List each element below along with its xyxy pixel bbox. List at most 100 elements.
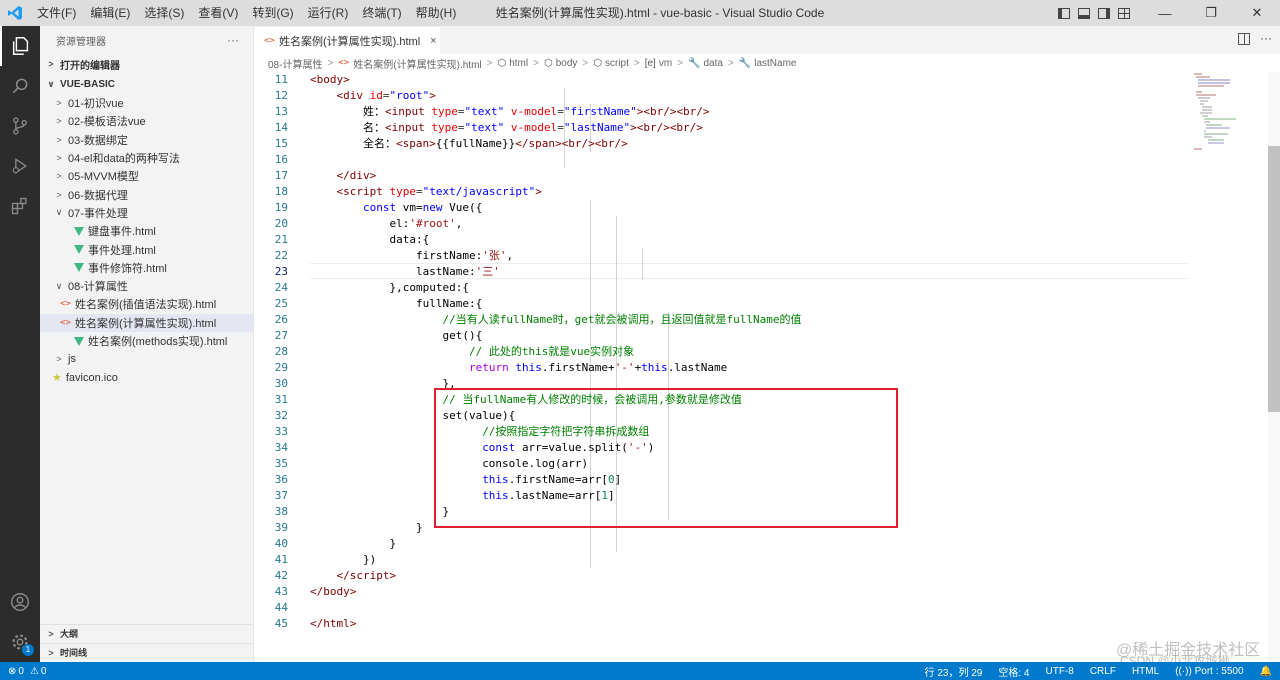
close-window-button[interactable]: ✕	[1234, 0, 1280, 26]
vue-file-icon	[74, 263, 84, 273]
account-icon[interactable]	[0, 582, 40, 622]
editor-tab[interactable]: <> 姓名案例(计算属性实现).html ×	[254, 26, 440, 54]
cursor-position[interactable]: 行 23，列 29	[917, 664, 991, 679]
breadcrumb-item[interactable]: html	[509, 58, 528, 69]
toggle-secondary-sidebar-icon[interactable]	[1098, 7, 1110, 19]
code-editor[interactable]: 11 <body> 12 <div id="root"> 13 姓：<input …	[254, 72, 1280, 662]
error-icon[interactable]: ⊗	[8, 666, 16, 677]
vue-file-icon	[74, 245, 84, 255]
search-icon[interactable]	[0, 66, 40, 106]
file-label: 事件处理.html	[88, 244, 156, 257]
encoding[interactable]: UTF-8	[1037, 666, 1081, 677]
file-item[interactable]: 姓名案例(methods实现).html	[40, 332, 253, 350]
file-item[interactable]: 事件处理.html	[40, 240, 253, 258]
menu-terminal[interactable]: 终端(T)	[355, 0, 408, 26]
annotation-box	[434, 388, 898, 528]
more-actions-icon[interactable]: ···	[1260, 31, 1272, 45]
folder-item[interactable]: ∨ 08-计算属性	[40, 277, 253, 295]
customize-layout-icon[interactable]	[1118, 7, 1130, 19]
vscode-logo-icon	[0, 0, 30, 26]
split-editor-icon[interactable]	[1238, 33, 1250, 45]
chevron-right-icon: >	[48, 59, 54, 69]
minimize-button[interactable]: —	[1142, 0, 1188, 26]
element-icon: ⬡	[497, 57, 507, 69]
folder-item[interactable]: >04-el和data的两种写法	[40, 149, 253, 167]
folder-item[interactable]: >06-数据代理	[40, 185, 253, 203]
warning-count[interactable]: 0	[41, 666, 47, 677]
file-label: 姓名案例(插值语法实现).html	[75, 299, 217, 312]
live-server-port[interactable]: ((·)) Port : 5500	[1167, 666, 1251, 677]
warning-icon[interactable]: ⚠	[30, 666, 39, 677]
extensions-icon[interactable]	[0, 186, 40, 226]
language-mode[interactable]: HTML	[1124, 666, 1167, 677]
breadcrumb-item[interactable]: lastName	[754, 58, 796, 69]
run-debug-icon[interactable]	[0, 146, 40, 186]
file-item[interactable]: 事件修饰符.html	[40, 259, 253, 277]
chevron-right-icon: >	[48, 628, 54, 639]
menu-file[interactable]: 文件(F)	[30, 0, 83, 26]
file-label: 姓名案例(methods实现).html	[88, 336, 228, 348]
manage-gear-icon[interactable]: 1	[0, 622, 40, 662]
file-item-active[interactable]: <> 姓名案例(计算属性实现).html	[40, 313, 253, 332]
timeline-label: 时间线	[60, 648, 88, 658]
breadcrumb-item[interactable]: 姓名案例(计算属性实现).html	[353, 56, 481, 71]
error-count[interactable]: 0	[18, 666, 24, 677]
breadcrumb-item[interactable]: body	[556, 58, 578, 69]
timeline-section[interactable]: > 时间线	[40, 643, 254, 661]
favicon-file-icon: ★	[52, 372, 62, 385]
html-file-icon: <>	[60, 317, 71, 328]
folder-item[interactable]: >03-数据绑定	[40, 131, 253, 149]
project-label: VUE-BASIC	[60, 78, 116, 90]
chevron-right-icon: >	[56, 171, 62, 182]
breadcrumb-item[interactable]: 08-计算属性	[268, 56, 322, 71]
close-tab-icon[interactable]: ×	[430, 35, 436, 47]
outline-section[interactable]: > 大纲	[40, 624, 254, 642]
title-bar: 文件(F) 编辑(E) 选择(S) 查看(V) 转到(G) 运行(R) 终端(T…	[0, 0, 1280, 26]
folder-item[interactable]: > js	[40, 350, 253, 368]
folder-label: 05-MVVM模型	[68, 171, 139, 184]
menu-run[interactable]: 运行(R)	[301, 0, 356, 26]
vue-file-icon	[74, 226, 84, 236]
folder-item[interactable]: >01-初识vue	[40, 94, 253, 112]
menu-edit[interactable]: 编辑(E)	[83, 0, 137, 26]
notifications-icon[interactable]: 🔔	[1252, 666, 1280, 677]
minimap[interactable]	[1190, 72, 1268, 662]
breadcrumb-item[interactable]: script	[605, 58, 629, 69]
menu-selection[interactable]: 选择(S)	[137, 0, 191, 26]
file-item[interactable]: <> 姓名案例(插值语法实现).html	[40, 295, 253, 313]
folder-item[interactable]: >02-模板语法vue	[40, 112, 253, 130]
folder-item[interactable]: ∨ 07-事件处理	[40, 204, 253, 222]
open-editors-label: 打开的编辑器	[60, 60, 120, 72]
explorer-more-button[interactable]: ···	[227, 33, 239, 47]
activity-bar: 1	[0, 26, 40, 662]
file-item[interactable]: 键盘事件.html	[40, 222, 253, 240]
file-item[interactable]: ★ favicon.ico	[40, 368, 253, 386]
source-control-icon[interactable]	[0, 106, 40, 146]
project-section[interactable]: ∨ VUE-BASIC	[40, 74, 253, 94]
menu-view[interactable]: 查看(V)	[191, 0, 245, 26]
file-label: 姓名案例(计算属性实现).html	[75, 317, 217, 330]
folder-label: js	[68, 353, 76, 366]
menu-bar: 文件(F) 编辑(E) 选择(S) 查看(V) 转到(G) 运行(R) 终端(T…	[30, 0, 463, 26]
chevron-down-icon: ∨	[47, 78, 55, 89]
editor-tab-bar: <> 姓名案例(计算属性实现).html × ···	[254, 26, 1280, 54]
menu-go[interactable]: 转到(G)	[245, 0, 300, 26]
toggle-sidebar-icon[interactable]	[1058, 7, 1070, 19]
folder-item[interactable]: >05-MVVM模型	[40, 167, 253, 185]
breadcrumb-item[interactable]: data	[703, 58, 722, 69]
file-label: 键盘事件.html	[88, 226, 156, 239]
indentation[interactable]: 空格: 4	[990, 664, 1037, 679]
folder-label: 08-计算属性	[68, 281, 128, 294]
restore-button[interactable]: ❐	[1188, 0, 1234, 26]
line-ending[interactable]: CRLF	[1082, 666, 1124, 677]
chevron-right-icon: >	[56, 189, 62, 200]
toggle-panel-icon[interactable]	[1078, 7, 1090, 19]
chevron-right-icon: >	[56, 354, 62, 365]
broadcast-icon: ((·))	[1175, 665, 1195, 677]
open-editors-section[interactable]: > 打开的编辑器	[40, 54, 253, 74]
breadcrumb-item[interactable]: vm	[659, 58, 672, 69]
explorer-title: 资源管理器	[56, 36, 106, 48]
scrollbar-thumb[interactable]	[1268, 146, 1280, 412]
vue-file-icon	[74, 336, 84, 346]
explorer-icon[interactable]	[0, 26, 40, 66]
